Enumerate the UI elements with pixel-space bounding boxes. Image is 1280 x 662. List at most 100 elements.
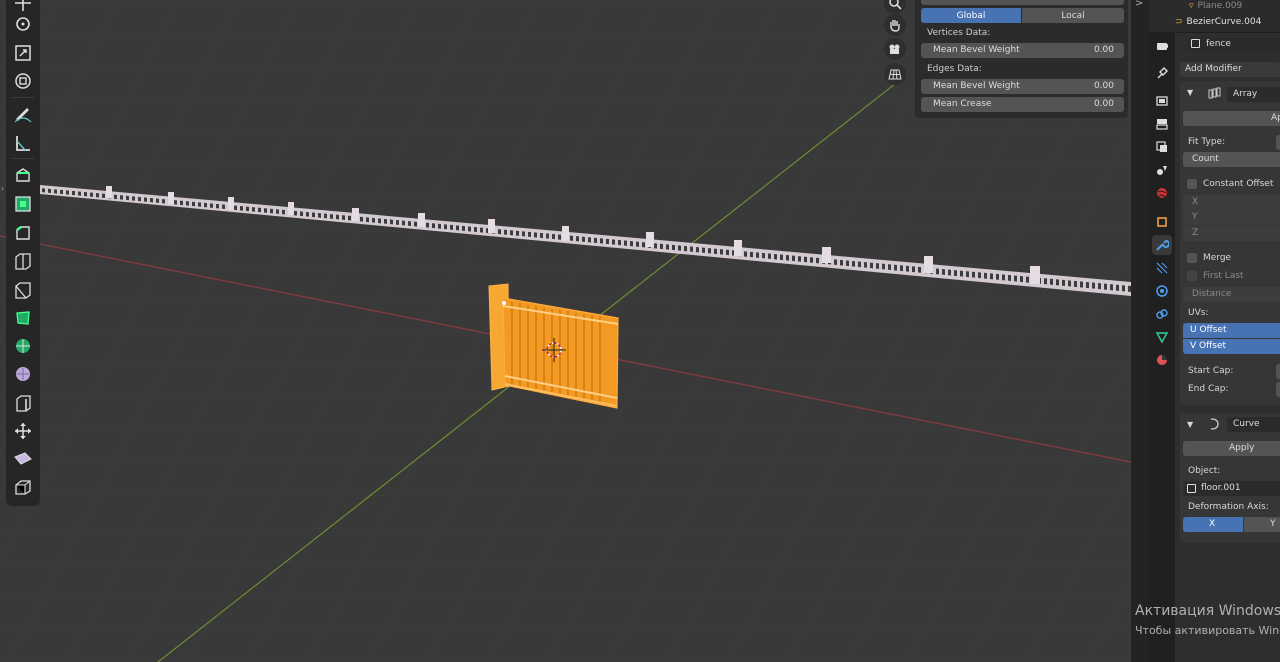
fit-type-label: Fit Type:: [1188, 137, 1226, 147]
curve-modifier-icon: [1208, 418, 1220, 433]
properties-tabs: [1149, 33, 1175, 662]
physics-tab-icon[interactable]: [1152, 281, 1172, 301]
properties-type-menu-icon[interactable]: [1151, 36, 1173, 56]
apply-label: Apply: [1229, 443, 1255, 453]
curve-object-field[interactable]: floor.001: [1183, 481, 1280, 496]
add-modifier-dropdown[interactable]: Add Modifier: [1180, 62, 1280, 77]
windows-activation-subtitle: Чтобы активировать Windo: [1135, 624, 1280, 637]
outliner-item-plane[interactable]: ▿ Plane.009: [1189, 0, 1242, 13]
merge-label: Merge: [1203, 253, 1232, 263]
edges-mean-bevel-weight-field[interactable]: Mean Bevel Weight 0.00: [921, 79, 1124, 94]
curve-modifier-panel: ▼ Curve Apply Object: floor.001 Deformat…: [1180, 413, 1280, 543]
modifiers-tab-wrench-icon[interactable]: [1152, 235, 1172, 255]
curve-apply-button[interactable]: Apply: [1183, 441, 1280, 456]
panel-edge-field: [921, 0, 1124, 5]
data-tab-icon[interactable]: [1152, 327, 1172, 347]
transform-tool-icon[interactable]: [10, 68, 36, 93]
extrude-tool-icon[interactable]: [10, 162, 36, 187]
offset-y-field[interactable]: Y: [1183, 210, 1280, 225]
object-tab-icon[interactable]: [1152, 212, 1172, 232]
axis-x-label: X: [1209, 519, 1216, 529]
merge-distance-field[interactable]: Distance: [1183, 287, 1280, 302]
rip-region-tool-icon[interactable]: [10, 474, 36, 499]
region-divider[interactable]: >: [1131, 0, 1149, 662]
3d-viewport[interactable]: › Global Local Vertices Data: Mean Bevel…: [0, 0, 1131, 662]
offset-z-field[interactable]: Z: [1183, 226, 1280, 241]
array-modifier-icon: [1208, 87, 1222, 102]
v-offset-field[interactable]: V Offset: [1183, 339, 1280, 354]
end-cap-field[interactable]: [1276, 382, 1280, 397]
deformation-axis-x-toggle[interactable]: X: [1183, 517, 1243, 532]
deformation-axis-y-toggle[interactable]: Y: [1244, 517, 1280, 532]
global-toggle[interactable]: Global: [921, 8, 1021, 23]
apply-label: Appl: [1271, 113, 1280, 123]
world-tab-icon[interactable]: [1152, 183, 1172, 203]
modifier-properties-content: fence Add Modifier ▼ Array Appl Fit Type…: [1175, 33, 1280, 662]
offset-y-label: Y: [1192, 212, 1198, 222]
toolbar-collapse-icon[interactable]: ›: [1, 184, 7, 194]
outliner: ▿ Plane.009 ⊃ BezierCurve.004: [1149, 0, 1280, 32]
start-cap-label: Start Cap:: [1188, 366, 1234, 376]
offset-x-field[interactable]: X: [1183, 195, 1280, 210]
smooth-tool-icon[interactable]: [10, 361, 36, 386]
vertices-mean-bevel-weight-field[interactable]: Mean Bevel Weight 0.00: [921, 43, 1124, 58]
field-label: Mean Crease: [933, 99, 992, 109]
fit-type-dropdown[interactable]: Count: [1183, 152, 1280, 167]
field-value: 0.00: [1093, 99, 1114, 109]
constant-offset-checkbox[interactable]: [1187, 179, 1197, 189]
curve-object-label: Object:: [1188, 466, 1221, 476]
tool-tab-icon[interactable]: [1152, 63, 1172, 83]
loop-cut-tool-icon[interactable]: [10, 248, 36, 273]
annotate-tool-icon[interactable]: [10, 101, 36, 126]
fit-type-value: Count: [1192, 154, 1219, 164]
scale-tool-icon[interactable]: [10, 40, 36, 65]
spin-tool-icon[interactable]: [10, 333, 36, 358]
offset-x-label: X: [1192, 197, 1199, 207]
field-value: 0.00: [1093, 81, 1114, 91]
object-name-text: fence: [1206, 39, 1231, 49]
u-offset-field[interactable]: U Offset: [1183, 323, 1280, 338]
view-layer-tab-icon[interactable]: [1152, 137, 1172, 157]
rotate-tool-icon[interactable]: [10, 11, 36, 36]
array-modifier-panel: ▼ Array Appl Fit Type: Count Constant Of…: [1180, 81, 1280, 405]
axis-y-label: Y: [1270, 519, 1276, 529]
output-tab-icon[interactable]: [1152, 114, 1172, 134]
collapse-arrow-icon[interactable]: ▼: [1187, 420, 1193, 429]
curve-object-value: floor.001: [1201, 483, 1241, 493]
fit-type-edge: [1276, 135, 1280, 150]
sidebar-item-panel: Global Local Vertices Data: Mean Bevel W…: [915, 0, 1128, 118]
measure-tool-icon[interactable]: [10, 130, 36, 155]
render-tab-icon[interactable]: [1152, 91, 1172, 111]
outliner-item-label: BezierCurve.004: [1186, 17, 1262, 27]
mean-crease-field[interactable]: Mean Crease 0.00: [921, 97, 1124, 112]
material-tab-icon[interactable]: [1152, 350, 1172, 370]
collapse-arrow-icon[interactable]: ▼: [1187, 88, 1193, 97]
shear-tool-icon[interactable]: [10, 446, 36, 471]
edge-slide-tool-icon[interactable]: [10, 390, 36, 415]
inset-faces-tool-icon[interactable]: [10, 191, 36, 216]
array-modifier-name-field[interactable]: Array: [1227, 87, 1280, 102]
poly-build-tool-icon[interactable]: [10, 305, 36, 330]
pan-view-hand-icon[interactable]: [884, 14, 906, 36]
local-toggle[interactable]: Local: [1022, 8, 1124, 23]
particles-tab-icon[interactable]: [1152, 258, 1172, 278]
camera-view-icon[interactable]: [884, 38, 906, 60]
knife-tool-icon[interactable]: [10, 277, 36, 302]
first-last-checkbox[interactable]: [1187, 271, 1197, 281]
scene-tab-icon[interactable]: [1152, 160, 1172, 180]
bevel-tool-icon[interactable]: [10, 220, 36, 245]
expand-chevron-icon[interactable]: >: [1135, 0, 1143, 9]
curve-modifier-name-field[interactable]: Curve: [1227, 417, 1280, 432]
array-modifier-name: Array: [1233, 89, 1258, 99]
array-apply-button[interactable]: Appl: [1183, 111, 1280, 126]
shrink-fatten-tool-icon[interactable]: [10, 418, 36, 443]
constraints-tab-icon[interactable]: [1152, 304, 1172, 324]
distance-label: Distance: [1192, 289, 1232, 299]
outliner-item-bezier-curve[interactable]: ⊃ BezierCurve.004: [1175, 15, 1261, 29]
deformation-axis-label: Deformation Axis:: [1188, 502, 1269, 512]
start-cap-field[interactable]: [1276, 364, 1280, 379]
perspective-toggle-icon[interactable]: [884, 63, 906, 85]
field-label: Mean Bevel Weight: [933, 45, 1020, 55]
merge-checkbox[interactable]: [1187, 253, 1197, 263]
object-name-field[interactable]: fence: [1187, 37, 1280, 52]
